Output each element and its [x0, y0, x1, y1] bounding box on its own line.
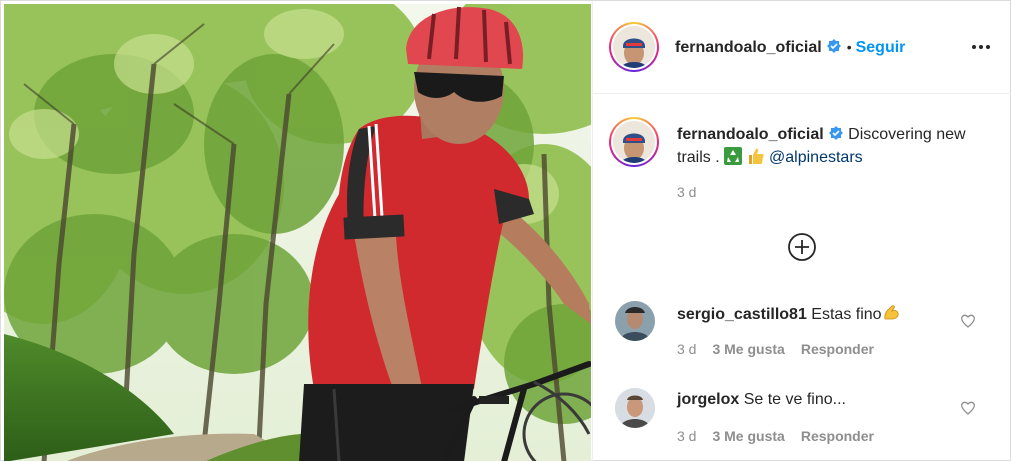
commenter-avatar[interactable] — [615, 388, 655, 428]
flexed-biceps-emoji — [883, 305, 899, 320]
cyclist-photo — [4, 4, 591, 461]
comment-item: sergio_castillo81 Estas fino 3 d 3 Me gus… — [593, 299, 1011, 369]
comment-item: jorgelox Se te ve fino... 3 d 3 Me gusta R… — [593, 386, 1011, 456]
caption-mention[interactable]: @alpinestars — [769, 149, 863, 166]
comment-text-line: jorgelox Se te ve fino... — [677, 391, 846, 409]
separator-dot: • — [846, 39, 852, 55]
comment-meta: 3 d 3 Me gusta Responder — [677, 428, 890, 444]
thumbs-up-emoji — [748, 148, 764, 164]
author-avatar[interactable] — [609, 22, 659, 72]
post-window: fernandoalo_oficial • Seguir fernandoalo… — [0, 0, 1011, 461]
commenter-avatar[interactable] — [615, 301, 655, 341]
comment-text-line: sergio_castillo81 Estas fino — [677, 304, 900, 324]
verified-badge-icon — [828, 126, 843, 140]
author-avatar-image — [613, 26, 655, 68]
comment-time[interactable]: 3 d — [677, 341, 696, 357]
recycling-emoji — [724, 147, 743, 165]
reply-button[interactable]: Responder — [801, 341, 874, 357]
comment-username[interactable]: sergio_castillo81 — [677, 306, 807, 323]
comment-meta: 3 d 3 Me gusta Responder — [677, 341, 890, 357]
caption-time[interactable]: 3 d — [677, 184, 696, 200]
commenter-avatar-image — [615, 301, 655, 341]
author-username[interactable]: fernandoalo_oficial — [675, 39, 822, 56]
post-header: fernandoalo_oficial • Seguir — [593, 1, 1011, 94]
comment-time[interactable]: 3 d — [677, 428, 696, 444]
post-photo[interactable] — [4, 4, 591, 461]
caption-avatar-image — [613, 121, 655, 163]
comment-username[interactable]: jorgelox — [677, 391, 739, 408]
heart-icon[interactable] — [960, 400, 976, 416]
caption-username[interactable]: fernandoalo_oficial — [677, 126, 824, 143]
verified-badge-icon — [826, 39, 841, 53]
commenter-avatar-image — [615, 388, 655, 428]
more-options-icon[interactable] — [970, 36, 992, 58]
plus-circle-icon[interactable] — [787, 232, 817, 262]
comment-likes[interactable]: 3 Me gusta — [712, 341, 784, 357]
post-side-panel: fernandoalo_oficial • Seguir fernandoalo… — [592, 1, 1011, 461]
caption-avatar[interactable] — [609, 117, 659, 167]
heart-icon[interactable] — [960, 313, 976, 329]
comment-text: Estas fino — [811, 306, 882, 323]
follow-button[interactable]: Seguir — [856, 39, 906, 56]
header-identity: fernandoalo_oficial • Seguir — [675, 38, 905, 57]
post-caption: fernandoalo_oficial Discovering new trai… — [677, 123, 977, 169]
comment-likes[interactable]: 3 Me gusta — [712, 428, 784, 444]
reply-button[interactable]: Responder — [801, 428, 874, 444]
comment-text: Se te ve fino... — [743, 391, 846, 408]
